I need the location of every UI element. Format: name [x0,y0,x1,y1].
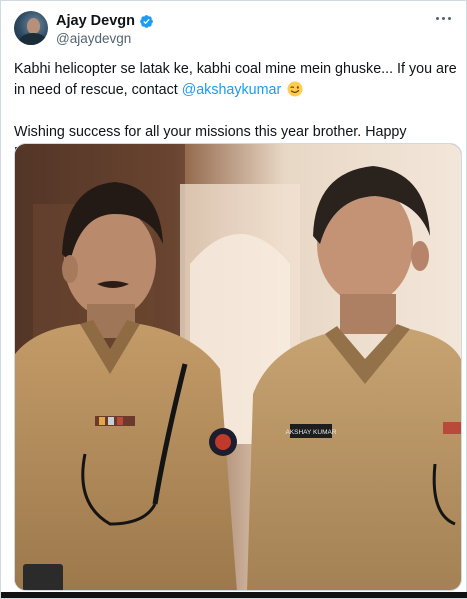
police-officers-photo: AKSHAY KUMAR [15,144,461,590]
author-handle[interactable]: @ajaydevgn [56,31,131,46]
tweet-card: Ajay Devgn @ajaydevgn Kabhi helicopter s… [0,0,467,599]
name-tag-text: AKSHAY KUMAR [285,429,336,436]
avatar-face [27,18,40,34]
mention-link[interactable]: @akshaykumar [182,82,282,98]
author-avatar[interactable] [14,11,48,45]
tweet-media-photo[interactable]: AKSHAY KUMAR [14,143,462,591]
author-display-name[interactable]: Ajay Devgn [56,13,135,29]
more-options-icon[interactable] [436,13,454,23]
tweet-paragraph-1: Kabhi helicopter se latak ke, kabhi coal… [14,59,459,101]
winking-face-icon [287,81,303,97]
author-name-row: Ajay Devgn [56,12,154,30]
bottom-edge-bar [1,592,467,598]
verified-badge-icon [139,14,154,29]
avatar-shoulder [19,33,47,45]
